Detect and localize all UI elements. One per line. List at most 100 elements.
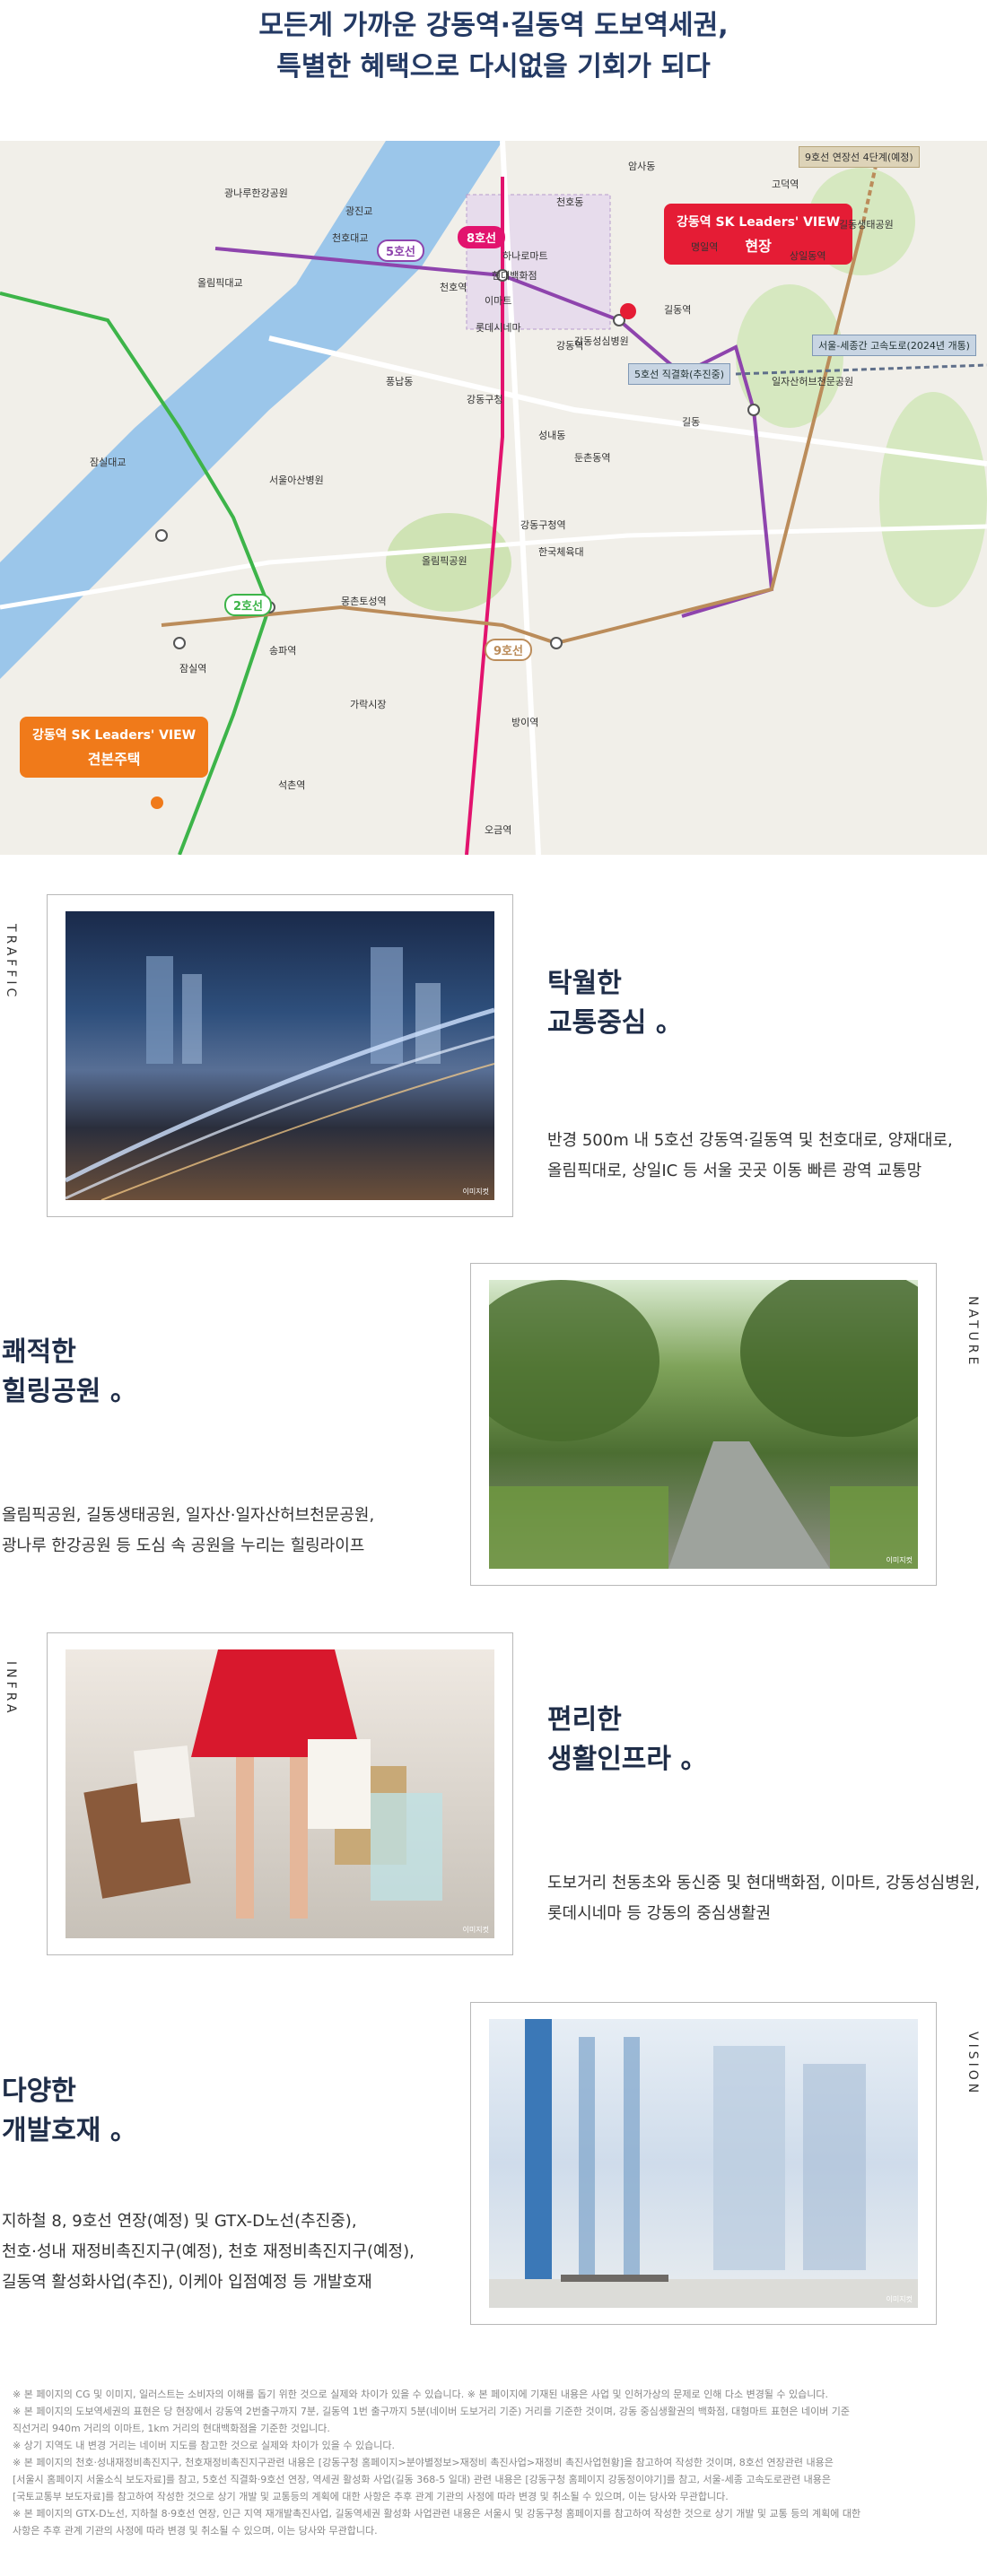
map-label: 몽촌토성역 (341, 596, 387, 607)
traffic-title: 탁월한 교통중심 。 (547, 964, 683, 1043)
map-label: 롯데시네마 (476, 322, 521, 334)
location-map: 5호선 8호선 2호선 9호선 9호선 연장선 4단계(예정) 서울-세종간 고… (0, 141, 987, 855)
nature-photo: 이미지컷 (489, 1280, 918, 1569)
headline: 모든게 가까운 강동역·길동역 도보역세권, 특별한 혜택으로 다시없을 기회가… (0, 0, 987, 88)
note-line: ※ 상기 지역도 내 변경 거리는 네이버 지도를 참고한 것으로 실제와 차이… (13, 2440, 395, 2451)
map-label: 방이역 (511, 717, 539, 728)
note-line: 직선거리 940m 거리의 이마트, 1km 거리의 현대백화점을 기준한 것입… (13, 2423, 330, 2434)
note-line: ※ 본 페이지의 도보역세권의 표현은 당 현장에서 강동역 2번출구까지 7분… (13, 2406, 851, 2417)
map-label: 올림픽대교 (197, 277, 243, 289)
line-9-extension-tag: 9호선 연장선 4단계(예정) (799, 146, 920, 168)
map-label: 천호대교 (332, 232, 369, 244)
traffic-title-line-2: 교통중심 。 (547, 1007, 683, 1039)
line-8-tag: 8호선 (458, 226, 505, 248)
map-label: 광나루한강공원 (224, 187, 288, 199)
disclaimer-notes: ※ 본 페이지의 CG 및 이미지, 일러스트는 소비자의 이해를 돕기 위한 … (13, 2386, 974, 2539)
park-trees (489, 1280, 918, 1569)
nature-desc: 올림픽공원, 길동생태공원, 일자산·일자산허브천문공원, 광나루 한강공원 등… (2, 1501, 374, 1562)
map-label: 암사동 (628, 161, 656, 172)
infra-desc: 도보거리 천동초와 동신중 및 현대백화점, 이마트, 강동성심병원, 롯데시네… (547, 1868, 980, 1929)
city-skyline (66, 947, 494, 1200)
map-label: 오금역 (485, 824, 512, 836)
map-label: 하나로마트 (502, 250, 548, 262)
vision-desc: 지하철 8, 9호선 연장(예정) 및 GTX-D노선(추진중), 천호·성내 … (2, 2206, 415, 2298)
map-label: 한국체육대 (538, 546, 584, 558)
road-1 (268, 335, 987, 466)
traffic-photo: 이미지컷 (66, 911, 494, 1200)
note-line: [서울시 홈페이지 서울소식 보도자료]를 참고, 5호선 직결화·9호선 연장… (13, 2474, 831, 2485)
vision-title-line-2: 개발호재 。 (2, 2115, 137, 2146)
infra-title: 편리한 생활인프라 。 (547, 1701, 707, 1780)
showroom-pin (151, 796, 163, 809)
map-label: 이마트 (485, 295, 512, 307)
note-line: ※ 본 페이지의 천호·성내재정비촉진지구, 천호재정비촉진지구관련 내용은 [… (13, 2457, 834, 2468)
vision-photo: 이미지컷 (489, 2019, 918, 2308)
vision-title-line-1: 다양한 (2, 2076, 76, 2107)
nature-title-line-2: 힐링공원 。 (2, 1376, 137, 1407)
line-2-tag: 2호선 (224, 594, 272, 616)
nature-desc-line-2: 광나루 한강공원 등 도심 속 공원을 누리는 힐링라이프 (2, 1536, 365, 1555)
showroom-bubble-brand: 강동역 SK Leaders' VIEW (32, 728, 197, 743)
nature-photo-caption: 이미지컷 (886, 1556, 913, 1564)
map-label: 명일역 (691, 241, 719, 253)
traffic-desc-line-2: 올림픽대로, 상일IC 등 서울 곳곳 이동 빠른 광역 교통망 (547, 1162, 922, 1180)
map-label: 현대백화점 (492, 270, 537, 282)
map-label: 고덕역 (772, 178, 799, 190)
nature-desc-line-1: 올림픽공원, 길동생태공원, 일자산·일자산허브천문공원, (2, 1506, 375, 1525)
infra-title-line-1: 편리한 (547, 1704, 622, 1736)
map-label: 일자산허브천문공원 (772, 376, 854, 387)
vision-desc-line-1: 지하철 8, 9호선 연장(예정) 및 GTX-D노선(추진중), (2, 2212, 357, 2231)
nature-title: 쾌적한 힐링공원 。 (2, 1333, 137, 1412)
side-label-vision: VISION (965, 2032, 980, 2097)
map-label: 둔촌동역 (574, 452, 611, 464)
infra-title-line-2: 생활인프라 。 (547, 1744, 708, 1775)
infra-frame: 이미지컷 (47, 1632, 513, 1955)
note-line: ※ 본 페이지의 CG 및 이미지, 일러스트는 소비자의 이해를 돕기 위한 … (13, 2389, 829, 2400)
map-label: 잠실대교 (90, 457, 127, 468)
map-label: 풍납동 (386, 376, 414, 387)
nature-title-line-1: 쾌적한 (2, 1336, 76, 1368)
headline-line-2: 특별한 혜택으로 다시없을 기회가 되다 (276, 51, 711, 83)
map-label: 강동구청 (467, 394, 503, 405)
map-label: 가락시장 (350, 699, 387, 710)
station-marker (550, 637, 563, 649)
map-label: 길동역 (664, 304, 692, 316)
traffic-desc: 반경 500m 내 5호선 강동역·길동역 및 천호대로, 양재대로, 올림픽대… (547, 1126, 953, 1187)
note-line: 사항은 추후 관계 기관의 사정에 따라 변경 및 취소될 수 있으며, 이는 … (13, 2525, 378, 2537)
note-line: ※ 본 페이지의 GTX-D노선, 지하철 8·9호선 연장, 인근 지역 재개… (13, 2508, 861, 2519)
infra-photo: 이미지컷 (66, 1649, 494, 1938)
map-label: 올림픽공원 (422, 555, 467, 567)
traffic-frame: 이미지컷 (47, 894, 513, 1217)
map-label: 강동구청역 (520, 519, 566, 531)
showroom-bubble-label: 견본주택 (87, 751, 141, 768)
infra-desc-line-2: 롯데시네마 등 강동의 중심생활권 (547, 1904, 772, 1923)
map-label: 잠실역 (179, 663, 207, 674)
station-marker (173, 637, 186, 649)
station-marker (747, 404, 760, 416)
side-label-infra: INFRA (4, 1661, 18, 1717)
map-label: 성내동 (538, 430, 566, 441)
traffic-photo-caption: 이미지컷 (462, 1188, 489, 1196)
traffic-title-line-1: 탁월한 (547, 968, 622, 999)
map-label: 송파역 (269, 645, 297, 657)
vision-frame: 이미지컷 (470, 2002, 937, 2325)
map-label: 천호역 (440, 282, 467, 293)
line-9-tag: 9호선 (485, 639, 532, 661)
map-label: 석촌역 (278, 779, 306, 791)
direct-line-tag: 5호선 직결화(추진중) (628, 363, 731, 385)
map-label: 길동생태공원 (839, 219, 894, 231)
infra-desc-line-1: 도보거리 천동초와 동신중 및 현대백화점, 이마트, 강동성심병원, (547, 1874, 981, 1893)
vision-desc-line-2: 천호·성내 재정비촉진지구(예정), 천호 재정비촉진지구(예정), (2, 2242, 415, 2261)
station-marker (155, 529, 168, 542)
site-bubble-brand: 강동역 SK Leaders' VIEW (677, 215, 841, 230)
map-label: 광진교 (345, 205, 373, 217)
showroom-bubble: 강동역 SK Leaders' VIEW 견본주택 (20, 717, 209, 778)
nature-frame: 이미지컷 (470, 1263, 937, 1586)
side-label-traffic: TRAFFIC (4, 924, 18, 1001)
building-atrium (489, 2019, 918, 2308)
line-5-tag: 5호선 (377, 239, 424, 262)
traffic-desc-line-1: 반경 500m 내 5호선 강동역·길동역 및 천호대로, 양재대로, (547, 1131, 953, 1150)
vision-desc-line-3: 길동역 활성화사업(추진), 이케아 입점예정 등 개발호재 (2, 2273, 372, 2292)
map-label: 길동 (682, 416, 701, 428)
site-pin (620, 303, 636, 319)
